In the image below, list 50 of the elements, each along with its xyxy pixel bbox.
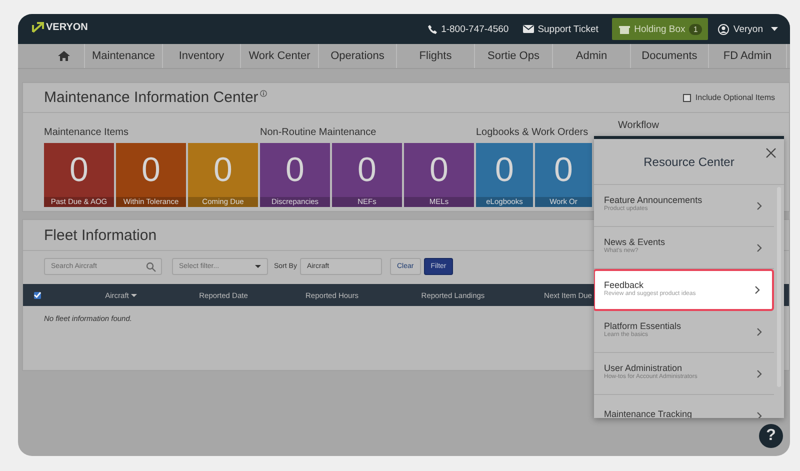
nav-tab[interactable]: Flights (397, 44, 475, 68)
panel-title: Fleet Information (44, 226, 157, 244)
user-avatar-icon (718, 24, 730, 34)
item-title: Feature Announcements (604, 195, 704, 205)
nav-tab[interactable]: Operations (319, 44, 397, 68)
include-optional-label: Include Optional Items (695, 93, 775, 102)
chevron-right-icon (757, 244, 762, 252)
user-menu[interactable]: Veryon (733, 24, 763, 34)
sort-caret-icon (130, 294, 137, 296)
caret-icon (255, 264, 261, 268)
nav-tab[interactable]: Admin (553, 44, 631, 68)
logo-text: VERYON (46, 22, 88, 32)
close-icon[interactable] (766, 148, 776, 158)
help-button[interactable]: ? (759, 424, 783, 448)
holding-box-button[interactable]: Holding Box 1 (612, 18, 708, 40)
select-all-checkbox[interactable] (34, 292, 41, 298)
item-title: Maintenance Tracking (604, 408, 694, 418)
phone-icon (428, 24, 438, 34)
panel-title: Resource Center (644, 154, 734, 168)
include-optional-checkbox[interactable] (683, 94, 692, 102)
logo-icon (32, 22, 44, 32)
nav-tab[interactable]: Inventory (163, 44, 241, 68)
chevron-right-icon (755, 286, 760, 294)
info-icon (260, 90, 268, 97)
group-title: Logbooks & Work Orders (476, 127, 590, 139)
phone-number[interactable]: 1-800-747-4560 (441, 24, 509, 34)
nav-tab[interactable]: Documents (631, 44, 709, 68)
item-title: Platform Essentials (604, 321, 682, 331)
support-ticket-link[interactable]: Support Ticket (538, 24, 598, 34)
envelope-icon (522, 25, 534, 33)
chevron-right-icon (757, 412, 762, 418)
home-icon (58, 51, 70, 61)
item-title: User Administration (604, 363, 684, 373)
group-title: Workflow (618, 120, 659, 132)
group-title: Maintenance Items (44, 127, 130, 139)
search-icon (146, 262, 156, 272)
chevron-right-icon (757, 328, 762, 336)
chevron-right-icon (757, 202, 762, 210)
caret-icon (771, 27, 778, 31)
nav-tab[interactable]: Work Center (241, 44, 319, 68)
item-title: News & Events (604, 237, 666, 247)
item-title: Feedback (604, 280, 645, 290)
count-badge: 1 (689, 24, 702, 34)
nav-tab[interactable]: Sortie Ops (475, 44, 553, 68)
panel-title: Maintenance Information Center (44, 89, 258, 106)
nav-tab[interactable]: Maintenance (85, 44, 163, 68)
box-icon (619, 24, 630, 34)
group-title: Non-Routine Maintenance (260, 127, 378, 139)
chevron-right-icon (757, 370, 762, 378)
nav-tab[interactable]: FD Admin (709, 44, 787, 68)
